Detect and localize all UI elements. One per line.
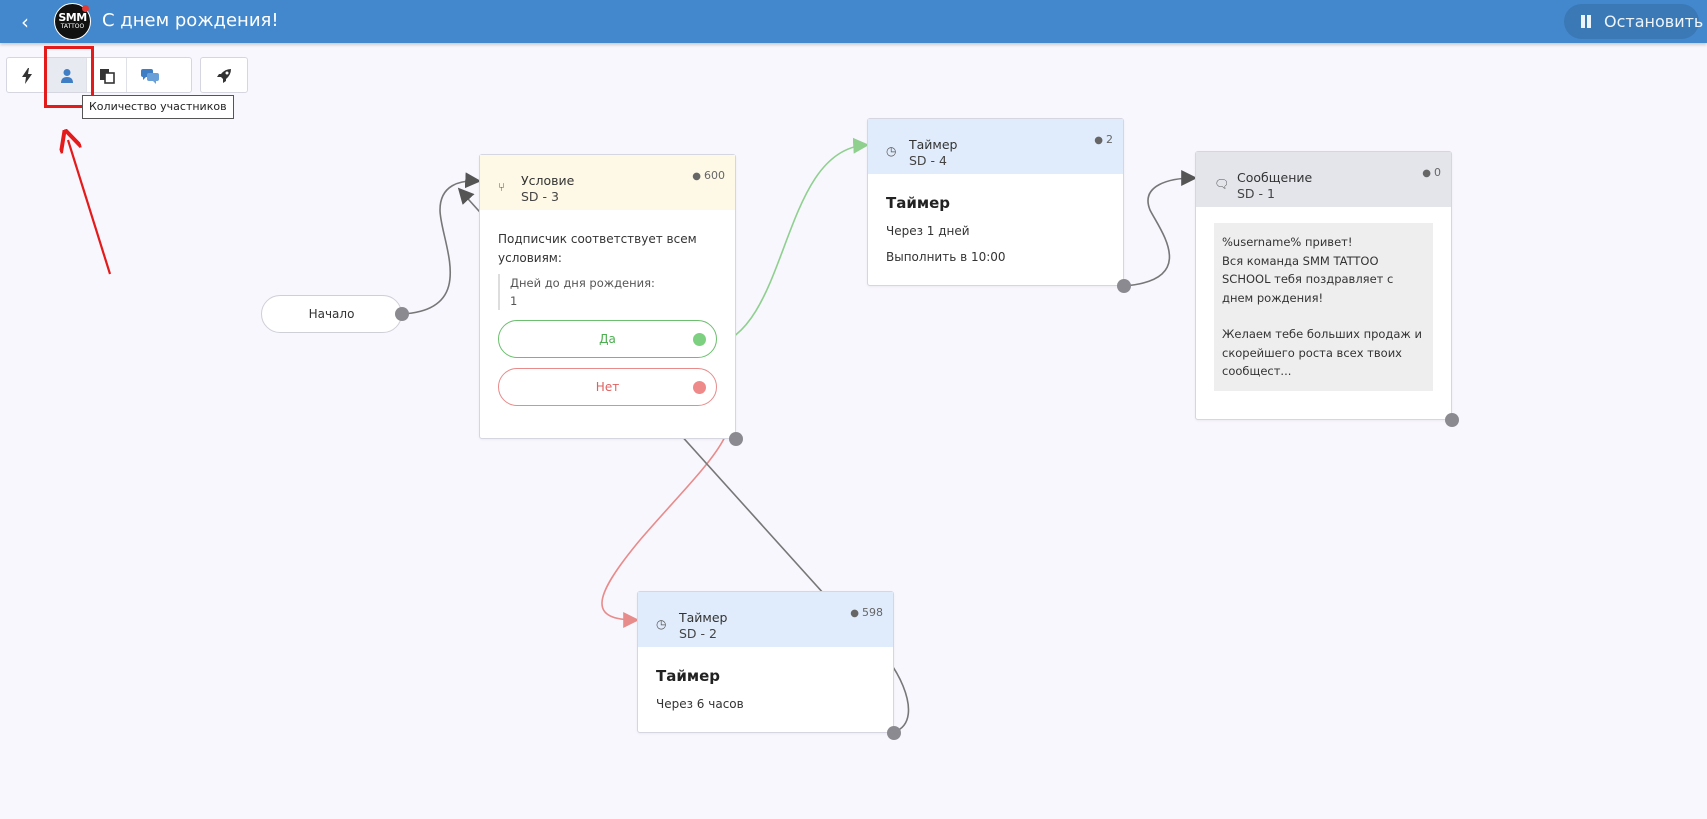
message-line: Желаем тебе больших продаж и скорейшего …: [1222, 327, 1422, 378]
user-count-icon: ●: [1422, 168, 1431, 179]
condition-yes-branch[interactable]: Да: [498, 320, 717, 358]
timer-node-sd2-subtitle: SD - 2: [679, 626, 717, 641]
timer2-heading: Таймер: [656, 667, 721, 685]
user-count-icon: ●: [850, 608, 859, 619]
timer-node-sd2-body: Таймер Через 6 часов: [638, 647, 893, 735]
message-node-header: 🗨 Сообщение SD - 1 ● 0: [1196, 152, 1451, 207]
clock-icon: ◷: [656, 617, 667, 631]
condition-node[interactable]: ⑂ Условие SD - 3 ● 600 Подписчик соответс…: [479, 154, 736, 439]
condition-no-branch[interactable]: Нет: [498, 368, 717, 406]
start-node-handle[interactable]: [395, 307, 409, 321]
timer-node-sd4-body: Таймер Через 1 дней Выполнить в 10:00: [868, 174, 1123, 288]
wire-start-to-condition: [401, 172, 482, 315]
message-node-subtitle: SD - 1: [1237, 186, 1275, 201]
timer2-count-value: 598: [862, 606, 883, 619]
timer1-heading: Таймер: [886, 194, 951, 212]
wire-timer1-to-message: [1123, 170, 1198, 287]
speech-bubble-icon: 🗨: [1214, 177, 1230, 191]
timer2-delay: Через 6 часов: [656, 697, 744, 711]
timer1-delay: Через 1 дней: [886, 224, 970, 238]
branch-icon: ⑂: [498, 180, 506, 194]
timer-node-sd4-handle[interactable]: [1117, 279, 1131, 293]
message-line: %username% привет!: [1222, 235, 1353, 249]
timer-node-sd4-subtitle: SD - 4: [909, 153, 947, 168]
message-node-body: %username% привет! Вся команда SMM TATTO…: [1196, 207, 1451, 407]
condition-count-value: 600: [704, 169, 725, 182]
timer-node-sd2-header: ◷ Таймер SD - 2 ● 598: [638, 592, 893, 647]
condition-rule-value: 1: [510, 294, 518, 308]
message-node-handle[interactable]: [1445, 413, 1459, 427]
user-count-icon: ●: [692, 171, 701, 182]
message-preview: %username% привет! Вся команда SMM TATTO…: [1214, 223, 1433, 391]
no-label: Нет: [595, 380, 620, 394]
timer-node-sd4-title: Таймер: [909, 137, 958, 152]
condition-rule-label: Дней до дня рождения:: [510, 276, 655, 290]
condition-node-subtitle: SD - 3: [521, 189, 559, 204]
message-line: Вся команда SMM TATTOO SCHOOL тебя поздр…: [1222, 253, 1394, 305]
message-count-value: 0: [1434, 166, 1441, 179]
condition-description: Подписчик соответствует всем условиям:: [498, 232, 697, 265]
timer1-run-at: Выполнить в 10:00: [886, 250, 1006, 264]
no-branch-handle[interactable]: [693, 381, 706, 394]
timer1-count-value: 2: [1106, 133, 1113, 146]
timer-node-sd2-count: ● 598: [850, 606, 883, 619]
start-node-label: Начало: [308, 307, 355, 321]
condition-node-handle[interactable]: [729, 432, 743, 446]
condition-node-body: Подписчик соответствует всем условиям: Д…: [480, 210, 735, 428]
message-line: [1222, 307, 1425, 325]
yes-branch-handle[interactable]: [693, 333, 706, 346]
message-node[interactable]: 🗨 Сообщение SD - 1 ● 0 %username% привет!…: [1195, 151, 1452, 420]
timer-node-sd4[interactable]: ◷ Таймер SD - 4 ● 2 Таймер Через 1 дней В…: [867, 118, 1124, 286]
message-node-count: ● 0: [1422, 166, 1441, 179]
user-count-icon: ●: [1094, 135, 1103, 146]
condition-node-header: ⑂ Условие SD - 3 ● 600: [480, 155, 735, 210]
clock-icon: ◷: [886, 144, 897, 158]
timer-node-sd2-handle[interactable]: [887, 726, 901, 740]
condition-rule: Дней до дня рождения: 1: [498, 274, 717, 310]
message-node-title: Сообщение: [1237, 170, 1313, 185]
timer-node-sd4-count: ● 2: [1094, 133, 1113, 146]
start-node[interactable]: Начало: [261, 295, 402, 333]
condition-node-count: ● 600: [692, 169, 725, 182]
timer-node-sd2[interactable]: ◷ Таймер SD - 2 ● 598 Таймер Через 6 часо…: [637, 591, 894, 733]
annotation-arrow: [68, 140, 112, 275]
timer-node-sd4-header: ◷ Таймер SD - 4 ● 2: [868, 119, 1123, 174]
yes-label: Да: [599, 332, 616, 346]
